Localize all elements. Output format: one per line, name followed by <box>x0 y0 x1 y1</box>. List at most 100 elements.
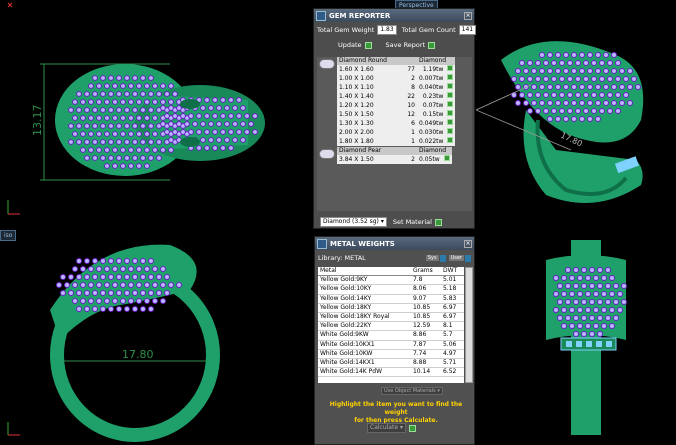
gem-group-material: Diamond <box>417 147 452 155</box>
gem-row[interactable]: 1.20 X 1.20 10 0.07tw <box>337 101 456 110</box>
metal-list-scrollbar[interactable] <box>465 267 473 383</box>
gem-row-select-icon[interactable] <box>445 119 455 128</box>
viewport-tab-iso[interactable]: iso <box>0 230 17 241</box>
gem-row[interactable]: 1.80 X 1.80 1 0.022tw <box>337 137 456 146</box>
gem-weight: 0.049tw <box>419 119 444 127</box>
metal-weights-panel: METAL WEIGHTS × Library: METAL Sys User … <box>314 236 475 445</box>
metal-weights-titlebar[interactable]: METAL WEIGHTS × <box>315 237 474 250</box>
calculate-button[interactable]: Calculate ▾ <box>367 423 406 433</box>
gem-row[interactable]: 1.50 X 1.50 12 0.15tw <box>337 110 456 119</box>
metal-row[interactable]: White Gold:14KX1 8.88 5.71 <box>318 358 464 369</box>
metal-grams: 10.85 <box>410 312 441 323</box>
gem-row-select-icon[interactable] <box>445 74 455 83</box>
gem-group-name: Diamond Pear <box>337 147 417 155</box>
gem-weight: 0.022tw <box>419 137 444 145</box>
gem-weight: 0.15tw <box>422 110 444 118</box>
calculate-row: Calculate ▾ <box>367 423 416 433</box>
metal-dwt: 5.83 <box>440 294 464 304</box>
metal-row[interactable]: Yellow Gold:9KY 7.8 5.01 <box>318 275 464 286</box>
gem-count: 2 <box>411 155 415 163</box>
gem-row-select-icon[interactable] <box>445 137 455 146</box>
sys-toggle[interactable]: Sys <box>425 255 439 261</box>
action-row: Update Save Report <box>338 41 474 49</box>
gem-row-select-icon[interactable] <box>445 65 455 74</box>
metal-name: Yellow Gold:9KY <box>318 275 411 286</box>
total-weight-value: 1.83 <box>377 25 397 35</box>
metal-row[interactable]: Yellow Gold:14KY 9.07 5.83 <box>318 294 464 304</box>
ruler-tick-icon <box>7 2 13 8</box>
metal-row[interactable]: White Gold:10KX1 7.87 5.06 <box>318 340 464 350</box>
gem-row-select-icon[interactable] <box>445 110 455 119</box>
side-view-render: 17.80 <box>7 244 220 442</box>
gem-group-header: Diamond Round Diamond <box>337 57 456 65</box>
hint-line-1: Highlight the item you want to find the … <box>329 401 463 416</box>
gem-row[interactable]: 1.10 X 1.10 8 0.040tw <box>337 83 456 92</box>
gem-row[interactable]: 1.30 X 1.30 6 0.049tw <box>337 119 456 128</box>
calculate-go-icon[interactable] <box>408 424 416 432</box>
col-metal: Metal <box>318 267 411 277</box>
gem-size: 1.60 X 1.60 <box>339 65 374 73</box>
gem-row-select-icon[interactable] <box>445 101 455 110</box>
viewport-top[interactable] <box>476 230 676 445</box>
close-icon[interactable]: × <box>464 239 472 248</box>
metal-name: Yellow Gold:18KY <box>318 303 411 314</box>
gem-weight: 0.23tw <box>422 92 444 100</box>
metal-row[interactable]: Yellow Gold:10KY 8.06 5.18 <box>318 284 464 295</box>
material-select[interactable]: Diamond (3.52 sg) ▾ <box>320 217 387 227</box>
metal-table: Metal Grams DWT Yellow Gold:9KY 7.8 5.01 Ye… <box>318 267 464 378</box>
gem-row[interactable]: 3.84 X 1.50 2 0.05tw <box>337 155 452 164</box>
save-report-button[interactable]: Save Report <box>386 41 426 49</box>
app-logo-icon <box>317 238 327 249</box>
metal-dwt: 5.01 <box>440 275 464 286</box>
gem-row-select-icon[interactable] <box>445 128 455 137</box>
update-button[interactable]: Update <box>338 41 362 49</box>
gem-row-select-icon[interactable] <box>445 92 455 101</box>
save-report-go-icon[interactable] <box>428 41 436 49</box>
metal-row[interactable]: Yellow Gold:18KY 10.85 6.97 <box>318 303 464 314</box>
viewport-front[interactable]: 13.17 <box>0 0 312 224</box>
user-toggle-icon[interactable] <box>465 254 471 262</box>
sys-toggle-icon[interactable] <box>439 254 446 262</box>
gem-row-select-icon[interactable] <box>442 155 452 164</box>
metal-grams: 8.86 <box>410 330 441 341</box>
front-view-render: 13.17 <box>7 2 265 215</box>
user-toggle[interactable]: User <box>448 255 464 261</box>
inner-diameter-dimension: 17.80 <box>122 348 154 361</box>
metal-row[interactable]: White Gold:14K PdW 10.14 6.52 <box>318 367 464 378</box>
metal-row[interactable]: White Gold:10KW 7.74 4.97 <box>318 349 464 360</box>
gem-row[interactable]: 1.60 X 1.60 77 1.19tw <box>337 65 456 74</box>
gem-row[interactable]: 2.00 X 2.00 1 0.030tw <box>337 128 456 137</box>
gem-size: 3.84 X 1.50 <box>339 155 374 163</box>
gem-size: 1.40 X 1.40 <box>339 92 374 100</box>
metal-list[interactable]: Metal Grams DWT Yellow Gold:9KY 7.8 5.01 Ye… <box>318 267 464 383</box>
gem-count: 22 <box>407 92 415 100</box>
metal-row[interactable]: White Gold:9KW 8.86 5.7 <box>318 330 464 341</box>
use-object-materials-select[interactable]: Use Object Materials ▾ <box>381 387 443 395</box>
total-count-label: Total Gem Count <box>401 26 456 34</box>
gem-row[interactable]: 1.40 X 1.40 22 0.23tw <box>337 92 456 101</box>
gem-group-header: Diamond Pear Diamond <box>337 147 452 155</box>
gem-row-select-icon[interactable] <box>445 83 455 92</box>
cad-workspace: 13.17 17.80 iso 17.80 Perspective GEM RE… <box>0 0 676 445</box>
set-material-go-icon[interactable] <box>434 218 442 226</box>
set-material-button[interactable]: Set Material <box>393 218 432 226</box>
metal-name: Yellow Gold:18KY Royal <box>318 312 411 323</box>
diamond-round-table: Diamond Round Diamond 1.60 X 1.60 77 1.19tw 1… <box>337 57 456 146</box>
gem-reporter-titlebar[interactable]: GEM REPORTER × <box>314 9 474 22</box>
total-weight-label: Total Gem Weight <box>317 26 375 34</box>
metal-name: Yellow Gold:10KY <box>318 284 411 295</box>
close-icon[interactable]: × <box>464 11 472 20</box>
gem-list[interactable]: Diamond Round Diamond 1.60 X 1.60 77 1.19tw 1… <box>317 57 472 211</box>
gem-row[interactable]: 1.00 X 1.00 2 0.007tw <box>337 74 456 83</box>
gem-size: 1.30 X 1.30 <box>339 119 374 127</box>
metal-row[interactable]: Yellow Gold:18KY Royal 10.85 6.97 <box>318 312 464 323</box>
use-object-materials-value: Use Object Materials <box>384 388 436 394</box>
gem-weight: 0.030tw <box>419 128 444 136</box>
update-go-icon[interactable] <box>364 41 372 49</box>
calculate-hint: Highlight the item you want to find the … <box>321 401 471 425</box>
viewport-perspective[interactable]: 17.80 <box>476 0 676 224</box>
totals-row: Total Gem Weight 1.83 Total Gem Count 14… <box>317 25 477 35</box>
metal-row[interactable]: Yellow Gold:22KY 12.59 8.1 <box>318 321 464 332</box>
viewport-side[interactable]: iso 17.80 <box>0 230 312 445</box>
gem-count: 12 <box>407 110 415 118</box>
